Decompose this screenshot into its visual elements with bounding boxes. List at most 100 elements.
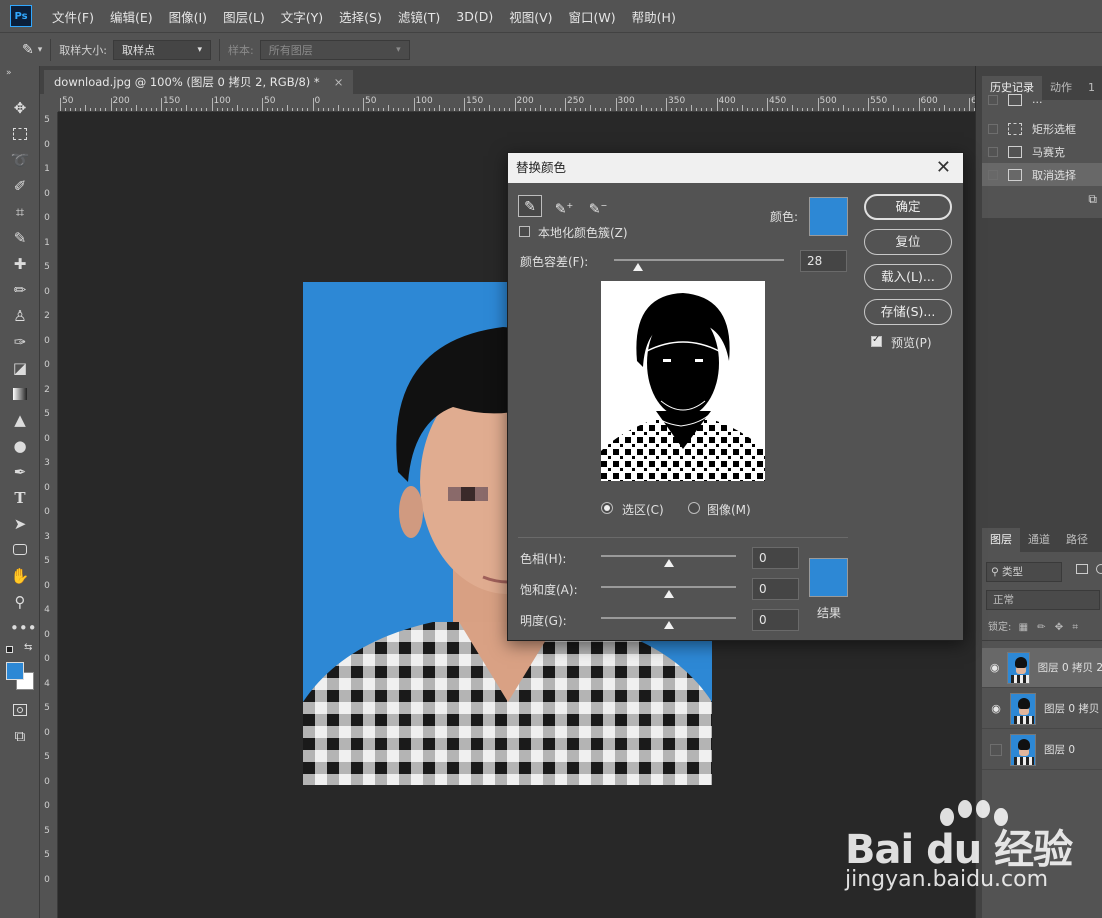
hand-tool-icon[interactable]: ✋ [10,566,30,586]
history-item[interactable]: ... [982,88,1102,111]
history-checkbox[interactable] [988,123,998,134]
zoom-tool-icon[interactable]: ⚲ [10,592,30,612]
menu-type[interactable]: 文字(Y) [273,7,331,26]
shape-tool-icon[interactable] [10,540,30,560]
visibility-toggle[interactable] [990,743,1002,756]
layer-row[interactable]: ◉ 图层 0 拷贝 2 [982,648,1102,688]
new-snapshot-icon[interactable]: ⧉ [1088,192,1097,207]
preview-checkbox[interactable] [871,334,882,347]
saturation-slider-track[interactable] [601,586,736,588]
lock-transparency-icon[interactable]: ▦ [1019,622,1028,633]
layer-row[interactable]: ◉ 图层 0 拷贝 [982,689,1102,729]
horizontal-ruler[interactable]: 50 200 150 100 50 0 50 100 150 200 250 300 350 400 450… [58,94,975,112]
selection-mask-preview[interactable] [601,281,765,481]
lightness-slider-track[interactable] [601,617,736,619]
layer-row[interactable]: 图层 0 [982,730,1102,770]
blend-mode-select[interactable]: 正常 [986,590,1100,610]
menu-filter[interactable]: 滤镜(T) [390,7,448,26]
hue-slider-thumb[interactable] [664,559,674,567]
menu-select[interactable]: 选择(S) [331,7,390,26]
save-button[interactable]: 存储(S)... [864,299,952,325]
layer-name[interactable]: 图层 0 拷贝 2 [1038,660,1102,675]
eyedropper-icon[interactable]: ✎ [518,195,542,217]
tab-channels[interactable]: 通道 [1020,528,1058,552]
default-colors-icon[interactable] [6,646,13,653]
menu-window[interactable]: 窗口(W) [561,7,624,26]
eyedropper-tool-icon[interactable]: ✎ [10,228,30,248]
hue-input[interactable]: 0 [752,547,799,569]
eraser-tool-icon[interactable]: ◪ [10,358,30,378]
brush-tool-icon[interactable]: ✏ [10,280,30,300]
sample-color-swatch[interactable] [809,197,848,236]
lightness-input[interactable]: 0 [752,609,799,631]
sample-select[interactable]: 所有图层 ▾ [259,39,410,60]
path-selection-tool-icon[interactable]: ➤ [10,514,30,534]
ok-button[interactable]: 确定 [864,194,952,220]
filter-adjustment-icon[interactable] [1096,564,1102,574]
result-color-swatch[interactable] [809,558,848,597]
fuzziness-slider-track[interactable] [614,259,784,261]
reset-button[interactable]: 复位 [864,229,952,255]
history-checkbox[interactable] [988,94,998,105]
more-tools-icon[interactable]: ••• [10,618,37,638]
localized-color-clusters-checkbox[interactable] [519,226,530,237]
load-button[interactable]: 载入(L)... [864,264,952,290]
saturation-slider-thumb[interactable] [664,590,674,598]
selection-radio[interactable] [601,502,613,514]
history-brush-tool-icon[interactable]: ✑ [10,332,30,352]
layer-name[interactable]: 图层 0 拷贝 [1044,701,1099,716]
fuzziness-input[interactable]: 28 [800,250,847,272]
history-item-selected[interactable]: 取消选择 [982,163,1102,186]
vertical-ruler[interactable]: 5 0 1 0 0 1 5 0 2 0 0 2 5 0 3 0 0 3 5 0 4 0 0 4 5 0 5 0 0 5 5 0 [40,112,58,918]
lock-artboard-icon[interactable]: ⌗ [1072,622,1078,633]
image-radio[interactable] [688,502,700,514]
pen-tool-icon[interactable]: ✒ [10,462,30,482]
menu-image[interactable]: 图像(I) [161,7,215,26]
eyedropper-tool-preset-icon[interactable]: ✎ [22,42,34,58]
eyedropper-minus-icon[interactable]: ✎− [586,195,610,218]
swap-colors-icon[interactable]: ⇆ [24,642,32,653]
close-icon[interactable]: × [334,75,344,89]
layer-name[interactable]: 图层 0 [1044,742,1075,757]
quick-selection-tool-icon[interactable]: ✐ [10,176,30,196]
fuzziness-slider-thumb[interactable] [632,263,643,271]
menu-edit[interactable]: 编辑(E) [102,7,161,26]
history-checkbox[interactable] [988,169,998,180]
collapse-icon[interactable]: » [6,68,12,78]
screen-mode-icon[interactable]: ⧉ [10,726,30,746]
marquee-tool-icon[interactable] [10,124,30,144]
dodge-tool-icon[interactable]: ● [10,436,30,456]
menu-3d[interactable]: 3D(D) [448,9,501,24]
eye-icon[interactable]: ◉ [988,702,1004,715]
history-item[interactable]: 马赛克 [982,140,1102,163]
history-checkbox[interactable] [988,146,998,157]
document-tab[interactable]: download.jpg @ 100% (图层 0 拷贝 2, RGB/8) *… [44,70,354,94]
dialog-title-bar[interactable]: 替换颜色 ✕ [508,153,963,183]
menu-view[interactable]: 视图(V) [501,7,560,26]
history-item[interactable]: 矩形选框 [982,117,1102,140]
type-tool-icon[interactable]: T [10,488,30,508]
lock-pixels-icon[interactable]: ✏ [1037,622,1045,633]
eyedropper-plus-icon[interactable]: ✎+ [552,195,576,218]
lock-position-icon[interactable]: ✥ [1055,622,1063,633]
menu-layer[interactable]: 图层(L) [215,7,273,26]
tab-layers[interactable]: 图层 [982,528,1020,552]
saturation-input[interactable]: 0 [752,578,799,600]
crop-tool-icon[interactable]: ⌗ [10,202,30,222]
menu-help[interactable]: 帮助(H) [624,7,684,26]
hue-slider-track[interactable] [601,555,736,557]
menu-file[interactable]: 文件(F) [44,7,102,26]
sample-size-select[interactable]: 取样点 ▾ [112,39,211,60]
gradient-tool-icon[interactable] [10,384,30,404]
lasso-tool-icon[interactable]: ➰ [10,150,30,170]
chevron-down-icon[interactable]: ▾ [38,45,43,55]
layer-filter-select[interactable]: ⚲ 类型 [986,562,1062,582]
lightness-slider-thumb[interactable] [664,621,674,629]
filter-image-icon[interactable] [1076,564,1088,574]
blur-tool-icon[interactable]: ▲ [10,410,30,430]
tab-paths[interactable]: 路径 [1058,528,1096,552]
clone-stamp-tool-icon[interactable]: ♙ [10,306,30,326]
quick-mask-icon[interactable] [10,700,30,720]
close-icon[interactable]: ✕ [936,153,951,183]
move-tool-icon[interactable]: ✥ [10,98,30,118]
